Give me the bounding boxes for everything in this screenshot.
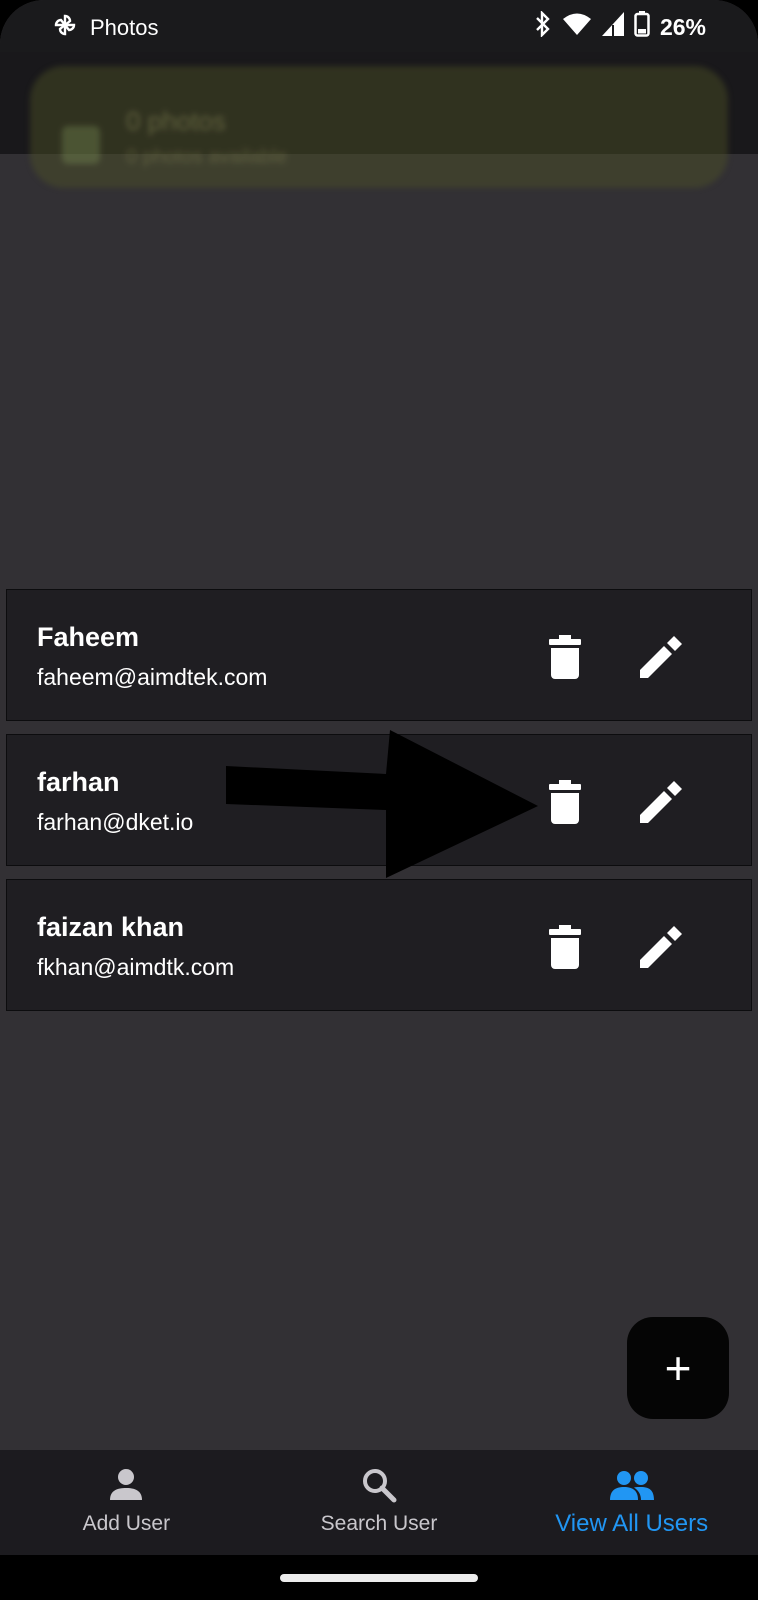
- user-email: fkhan@aimdtk.com: [37, 954, 235, 980]
- user-name: faizan khan: [37, 912, 185, 942]
- nav-view-all-users[interactable]: View All Users: [505, 1450, 758, 1555]
- home-indicator[interactable]: [280, 1574, 478, 1582]
- nav-add-user[interactable]: Add User: [0, 1450, 253, 1555]
- notification-title: 0 photos: [126, 106, 226, 136]
- group-icon: [609, 1468, 654, 1502]
- trash-icon: [549, 925, 581, 969]
- user-email: faheem@aimdtek.com: [37, 664, 268, 690]
- battery-percent: 26%: [659, 13, 706, 40]
- user-name: Faheem: [37, 622, 140, 652]
- trash-icon: [549, 780, 581, 824]
- status-icons: 26%: [534, 10, 706, 43]
- nav-label: Search User: [320, 1512, 438, 1535]
- search-icon: [361, 1468, 397, 1503]
- status-bar: Photos 26%: [0, 0, 758, 52]
- delete-button[interactable]: [547, 924, 583, 970]
- bottom-nav: Add User Search User View All Users: [0, 1450, 758, 1555]
- pinwheel-icon: [52, 12, 78, 44]
- pencil-icon: [640, 636, 682, 678]
- user-card[interactable]: Faheem faheem@aimdtek.com: [6, 589, 752, 721]
- bluetooth-icon: [534, 10, 552, 43]
- app-screen: Photos 26% 0 photos 0 photos available F…: [0, 0, 758, 1600]
- notification-banner[interactable]: 0 photos 0 photos available: [30, 66, 728, 188]
- signal-icon: [601, 12, 624, 42]
- nav-label: View All Users: [555, 1510, 709, 1537]
- edit-button[interactable]: [637, 636, 683, 680]
- wifi-icon: [562, 12, 592, 42]
- annotation-arrow-icon: [226, 730, 538, 878]
- battery-icon: [634, 11, 650, 43]
- nav-label: Add User: [82, 1512, 171, 1535]
- delete-button[interactable]: [547, 634, 583, 680]
- user-card[interactable]: faizan khan fkhan@aimdtk.com: [6, 879, 752, 1011]
- nav-search-user[interactable]: Search User: [253, 1450, 506, 1555]
- status-app-indicator: Photos: [52, 12, 159, 44]
- add-user-fab[interactable]: +: [627, 1317, 729, 1419]
- trash-icon: [549, 635, 581, 679]
- notification-subtitle: 0 photos available: [126, 146, 288, 168]
- notification-thumbnail: [62, 126, 100, 164]
- status-app-name: Photos: [90, 15, 159, 40]
- edit-button[interactable]: [637, 926, 683, 970]
- delete-button[interactable]: [547, 779, 583, 825]
- edit-button[interactable]: [637, 781, 683, 825]
- gesture-bar: [0, 1555, 758, 1600]
- user-email: farhan@dket.io: [37, 809, 194, 835]
- user-name: farhan: [37, 767, 120, 797]
- pencil-icon: [640, 781, 682, 823]
- plus-icon: +: [664, 1342, 692, 1394]
- pencil-icon: [640, 926, 682, 968]
- person-icon: [109, 1468, 143, 1502]
